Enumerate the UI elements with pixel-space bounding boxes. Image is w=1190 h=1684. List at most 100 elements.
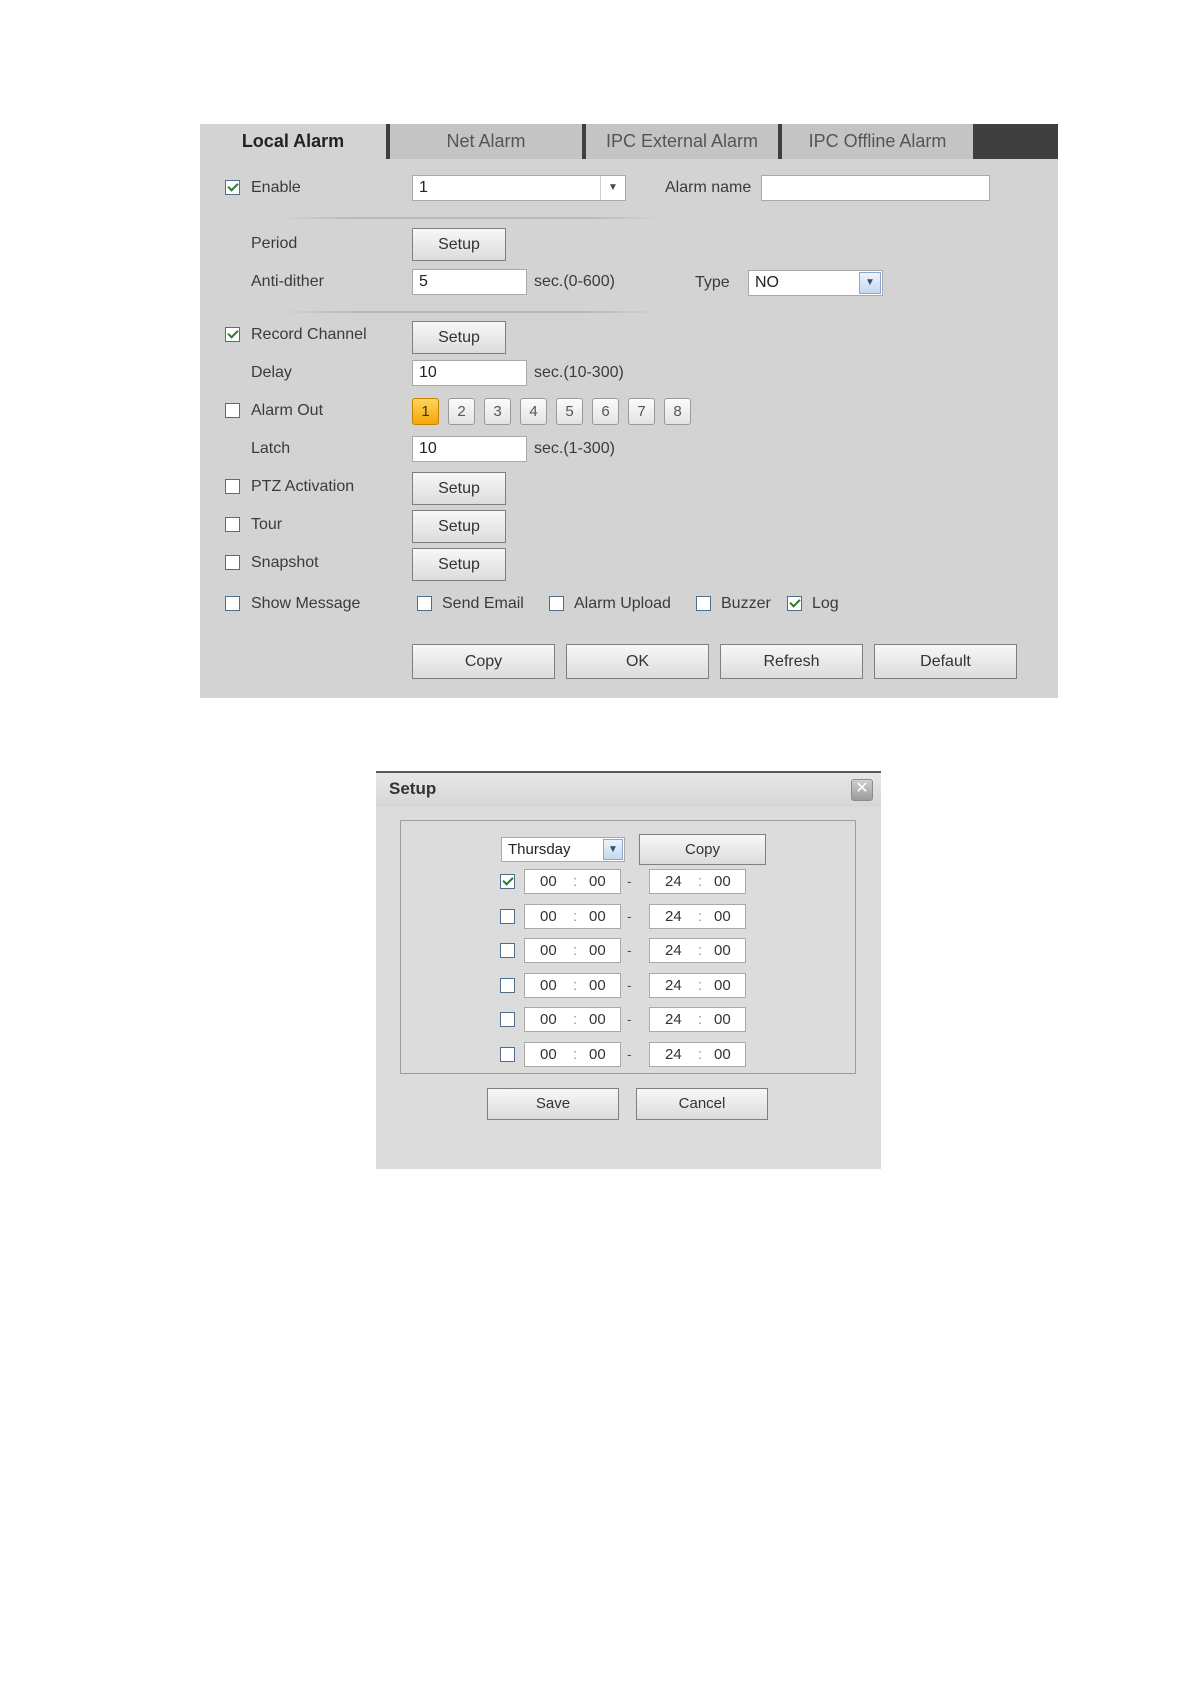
tour-checkbox[interactable] [225, 517, 240, 532]
period-4-start-time-hour: 00 [540, 976, 557, 994]
anti-dither-input[interactable]: 5 [412, 269, 527, 295]
time-separator: : [573, 942, 578, 959]
range-dash: - [627, 907, 632, 924]
period-1-checkbox[interactable] [500, 874, 515, 889]
period-1-start-time[interactable]: 00:00 [524, 869, 621, 894]
range-dash: - [627, 942, 632, 958]
period-3-checkbox[interactable] [500, 943, 515, 958]
record-channel-setup-button[interactable]: Setup [412, 321, 506, 354]
dialog-titlebar [376, 773, 881, 807]
period-1-start-time-hour: 00 [540, 873, 557, 890]
time-separator: : [698, 1011, 703, 1028]
ptz-activation-checkbox[interactable] [225, 479, 240, 494]
section-divider [280, 217, 660, 219]
alarm-out-channel-3[interactable]: 3 [484, 398, 511, 425]
day-select[interactable]: Thursday ▼ [501, 837, 625, 862]
tab-net-alarm[interactable]: Net Alarm [386, 124, 582, 159]
chevron-down-icon: ▼ [603, 839, 623, 860]
alarm-name-label: Alarm name [665, 179, 752, 196]
period-6-checkbox[interactable] [500, 1046, 515, 1062]
snapshot-setup-button[interactable]: Setup [412, 548, 506, 581]
period-5-end-time[interactable]: 24:00 [649, 1007, 746, 1032]
enable-checkbox[interactable] [225, 180, 240, 195]
period-6-start-time-hour: 00 [540, 1045, 557, 1063]
send-email-checkbox[interactable] [417, 596, 432, 611]
alarm-out-channel-4[interactable]: 4 [520, 398, 547, 425]
day-select-value: Thursday [508, 841, 571, 858]
tour-setup-button[interactable]: Setup [412, 510, 506, 543]
alarm-upload-checkbox[interactable] [549, 596, 564, 611]
ok-button[interactable]: OK [566, 644, 709, 679]
alarm-out-channel-8[interactable]: 8 [664, 398, 691, 425]
period-2-end-time-minute: 00 [714, 907, 731, 925]
alarm-name-input[interactable] [761, 175, 990, 201]
copy-button[interactable]: Copy [412, 644, 555, 679]
period-5-checkbox[interactable] [500, 1012, 515, 1027]
tab-ipc-offline-alarm[interactable]: IPC Offline Alarm [778, 124, 973, 159]
alarm-channel-select[interactable]: 1 ▼ [412, 175, 626, 201]
period-2-checkbox[interactable] [500, 908, 515, 924]
default-button[interactable]: Default [874, 644, 1017, 679]
log-checkbox[interactable] [787, 596, 802, 611]
delay-unit: sec.(10-300) [534, 364, 624, 381]
period-5-start-time[interactable]: 00:00 [524, 1007, 621, 1032]
send-email-label: Send Email [442, 595, 524, 612]
period-4-end-time[interactable]: 24:00 [649, 972, 746, 998]
period-6-end-time-minute: 00 [714, 1045, 731, 1063]
ptz-activation-setup-button[interactable]: Setup [412, 472, 506, 505]
period-4-checkbox[interactable] [500, 977, 515, 993]
close-icon[interactable]: ✕ [851, 779, 873, 801]
section-divider [280, 311, 660, 313]
alarm-out-checkbox[interactable] [225, 403, 240, 418]
dialog-copy-button[interactable]: Copy [639, 834, 766, 865]
period-1-end-time[interactable]: 24:00 [649, 869, 746, 894]
alarm-out-channel-6[interactable]: 6 [592, 398, 619, 425]
snapshot-label: Snapshot [251, 554, 319, 571]
type-select[interactable]: NO ▼ [748, 270, 883, 296]
period-setup-dialog: Setup ✕ Thursday ▼ Copy Save Cancel 00:0… [376, 771, 881, 1169]
latch-input[interactable]: 10 [412, 436, 527, 462]
time-separator: : [698, 976, 703, 994]
period-5-end-time-hour: 24 [665, 1011, 682, 1028]
alarm-out-channel-7[interactable]: 7 [628, 398, 655, 425]
dialog-title: Setup [389, 779, 437, 798]
record-channel-label: Record Channel [251, 326, 367, 343]
period-5-end-time-minute: 00 [714, 1011, 731, 1028]
period-6-end-time[interactable]: 24:00 [649, 1041, 746, 1067]
time-separator: : [573, 1011, 578, 1028]
buzzer-label: Buzzer [721, 595, 771, 612]
delay-input[interactable]: 10 [412, 360, 527, 386]
tab-local-alarm[interactable]: Local Alarm [200, 124, 386, 159]
period-3-end-time-minute: 00 [714, 942, 731, 959]
refresh-button[interactable]: Refresh [720, 644, 863, 679]
ptz-activation-label: PTZ Activation [251, 478, 355, 495]
period-2-start-time-minute: 00 [589, 907, 606, 925]
record-channel-checkbox[interactable] [225, 327, 240, 342]
period-4-start-time-minute: 00 [589, 976, 606, 994]
period-3-start-time[interactable]: 00:00 [524, 938, 621, 963]
period-2-start-time[interactable]: 00:00 [524, 903, 621, 929]
time-separator: : [698, 942, 703, 959]
period-2-end-time[interactable]: 24:00 [649, 903, 746, 929]
period-4-start-time[interactable]: 00:00 [524, 972, 621, 998]
snapshot-checkbox[interactable] [225, 555, 240, 570]
latch-label: Latch [251, 440, 291, 457]
alarm-out-channel-1[interactable]: 1 [412, 398, 439, 425]
save-button[interactable]: Save [487, 1088, 619, 1120]
type-value: NO [755, 274, 779, 291]
alarm-out-channel-5[interactable]: 5 [556, 398, 583, 425]
period-4-end-time-minute: 00 [714, 976, 731, 994]
period-2-end-time-hour: 24 [665, 907, 682, 925]
period-6-start-time[interactable]: 00:00 [524, 1041, 621, 1067]
period-setup-button[interactable]: Setup [412, 228, 506, 261]
delay-label: Delay [251, 364, 292, 381]
period-3-end-time[interactable]: 24:00 [649, 938, 746, 963]
tab-ipc-external-alarm[interactable]: IPC External Alarm [582, 124, 778, 159]
time-separator: : [698, 907, 703, 925]
period-3-start-time-minute: 00 [589, 942, 606, 959]
cancel-button[interactable]: Cancel [636, 1088, 768, 1120]
alarm-out-channel-2[interactable]: 2 [448, 398, 475, 425]
show-message-checkbox[interactable] [225, 596, 240, 611]
period-1-end-time-hour: 24 [665, 873, 682, 890]
buzzer-checkbox[interactable] [696, 596, 711, 611]
